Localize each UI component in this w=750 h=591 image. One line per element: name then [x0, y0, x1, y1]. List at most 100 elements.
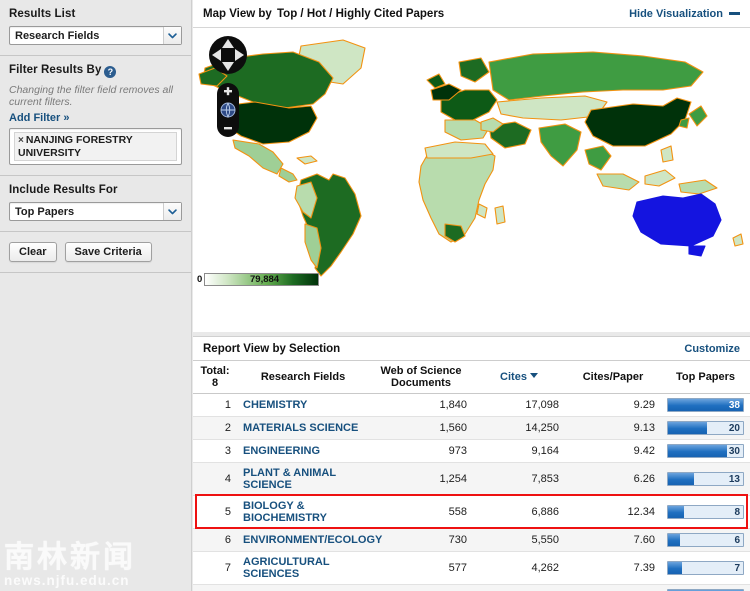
research-field-link[interactable]: ENGINEERING: [243, 445, 320, 457]
hide-visualization-button[interactable]: Hide Visualization: [629, 8, 740, 20]
report-panel: Report View by Selection Customize Total…: [193, 336, 750, 582]
column-header-top-papers[interactable]: Top Papers: [661, 361, 750, 394]
map-navigation-control[interactable]: [207, 34, 249, 138]
cell-top-papers: 131: [661, 585, 750, 591]
world-map[interactable]: 0 79,884: [193, 28, 750, 290]
top-papers-bar: 7: [667, 561, 744, 575]
top-papers-value: 13: [729, 473, 740, 486]
research-field-link[interactable]: BIOLOGY & BIOCHEMISTRY: [243, 500, 363, 524]
column-header-research-fields[interactable]: Research Fields: [237, 361, 369, 394]
cell-cites-per-paper: 7.39: [565, 552, 661, 585]
help-icon[interactable]: ?: [104, 66, 116, 78]
cell-documents: 730: [369, 529, 473, 552]
legend-min-label: 0: [197, 274, 202, 285]
research-field-link[interactable]: PLANT & ANIMAL SCIENCE: [243, 467, 363, 491]
cell-rank: 3: [193, 440, 237, 463]
cell-documents: 577: [369, 552, 473, 585]
close-icon[interactable]: ×: [18, 135, 24, 146]
cites-sort-label[interactable]: Cites: [500, 371, 527, 383]
cell-top-papers: 13: [661, 463, 750, 496]
cell-cites: 4,262: [473, 552, 565, 585]
top-papers-bar-fill: [668, 422, 707, 434]
cell-rank: 4: [193, 463, 237, 496]
table-row[interactable]: 0ALL FIELDS8,99474,6978.31131: [193, 585, 750, 591]
map-title-suffix: Top / Hot / Highly Cited Papers: [277, 8, 444, 20]
cell-top-papers: 8: [661, 496, 750, 529]
table-row[interactable]: 6ENVIRONMENT/ECOLOGY7305,5507.606: [193, 529, 750, 552]
top-papers-bar: 8: [667, 505, 744, 519]
top-papers-value: 30: [729, 445, 740, 458]
application-window: Results List Research Fields Filter Resu…: [0, 0, 750, 591]
zoom-out-icon: [224, 127, 232, 129]
filter-chip-label: NANJING FORESTRY UNIVERSITY: [18, 134, 133, 159]
research-field-link[interactable]: AGRICULTURAL SCIENCES: [243, 556, 363, 580]
include-results-select[interactable]: Top Papers: [9, 202, 182, 221]
filter-note: Changing the filter field removes all cu…: [9, 84, 182, 108]
top-papers-value: 7: [734, 562, 740, 575]
cell-documents: 973: [369, 440, 473, 463]
clear-button[interactable]: Clear: [9, 242, 57, 262]
cell-research-field: ENGINEERING: [237, 440, 369, 463]
cell-rank: 0: [193, 585, 237, 591]
table-row[interactable]: 4PLANT & ANIMAL SCIENCE1,2547,8536.2613: [193, 463, 750, 496]
top-papers-bar: 13: [667, 472, 744, 486]
results-list-select[interactable]: Research Fields: [9, 26, 182, 45]
table-row[interactable]: 3ENGINEERING9739,1649.4230: [193, 440, 750, 463]
include-results-title: Include Results For: [9, 184, 182, 196]
table-row[interactable]: 1CHEMISTRY1,84017,0989.2938: [193, 394, 750, 417]
table-row[interactable]: 7AGRICULTURAL SCIENCES5774,2627.397: [193, 552, 750, 585]
cell-research-field: AGRICULTURAL SCIENCES: [237, 552, 369, 585]
cell-research-field: CHEMISTRY: [237, 394, 369, 417]
results-list-title: Results List: [9, 8, 182, 20]
minus-icon: [729, 12, 740, 15]
research-field-link[interactable]: CHEMISTRY: [243, 399, 307, 411]
top-papers-bar-fill: [668, 562, 682, 574]
pan-control[interactable]: [207, 34, 249, 76]
top-papers-bar-fill: [668, 445, 727, 457]
cell-top-papers: 20: [661, 417, 750, 440]
zoom-slider[interactable]: [216, 82, 240, 138]
top-papers-bar: 30: [667, 444, 744, 458]
report-title: Report View by Selection: [203, 343, 340, 355]
filter-section: Filter Results By? Changing the filter f…: [0, 56, 191, 175]
filter-title: Filter Results By?: [9, 64, 182, 78]
cell-research-field: BIOLOGY & BIOCHEMISTRY: [237, 496, 369, 529]
cell-documents: 1,254: [369, 463, 473, 496]
report-header: Report View by Selection Customize: [193, 337, 750, 361]
cell-documents: 558: [369, 496, 473, 529]
map-visualization-panel: Map View by Top / Hot / Highly Cited Pap…: [193, 0, 750, 332]
world-map-svg: [193, 28, 750, 290]
table-body: 1CHEMISTRY1,84017,0989.29382MATERIALS SC…: [193, 394, 750, 591]
cell-cites-per-paper: 9.42: [565, 440, 661, 463]
cell-cites: 7,853: [473, 463, 565, 496]
add-filter-link[interactable]: Add Filter »: [9, 112, 70, 124]
save-criteria-button[interactable]: Save Criteria: [65, 242, 152, 262]
column-header-total: Total: 8: [193, 361, 237, 394]
cell-top-papers: 7: [661, 552, 750, 585]
table-row[interactable]: 2MATERIALS SCIENCE1,56014,2509.1320: [193, 417, 750, 440]
research-field-link[interactable]: MATERIALS SCIENCE: [243, 422, 358, 434]
customize-link[interactable]: Customize: [684, 343, 740, 355]
cell-cites: 6,886: [473, 496, 565, 529]
filter-chip[interactable]: ×NANJING FORESTRY UNIVERSITY: [14, 132, 177, 161]
results-list-value: Research Fields: [10, 30, 163, 42]
sidebar-actions: Clear Save Criteria: [0, 232, 191, 272]
column-header-cites[interactable]: Cites: [473, 361, 565, 394]
column-header-documents[interactable]: Web of Science Documents: [369, 361, 473, 394]
cell-documents: 1,840: [369, 394, 473, 417]
cell-cites: 74,697: [473, 585, 565, 591]
cell-cites-per-paper: 8.31: [565, 585, 661, 591]
chevron-down-icon: [163, 203, 181, 220]
cell-rank: 2: [193, 417, 237, 440]
cell-research-field: MATERIALS SCIENCE: [237, 417, 369, 440]
cell-rank: 7: [193, 552, 237, 585]
filter-title-text: Filter Results By: [9, 64, 101, 76]
column-header-cites-per-paper[interactable]: Cites/Paper: [565, 361, 661, 394]
top-papers-bar: 6: [667, 533, 744, 547]
cell-research-field: ENVIRONMENT/ECOLOGY: [237, 529, 369, 552]
research-field-link[interactable]: ENVIRONMENT/ECOLOGY: [243, 534, 382, 546]
table-row[interactable]: 5BIOLOGY & BIOCHEMISTRY5586,88612.348: [193, 496, 750, 529]
top-papers-bar: 38: [667, 398, 744, 412]
total-value: 8: [212, 377, 218, 389]
cell-rank: 6: [193, 529, 237, 552]
